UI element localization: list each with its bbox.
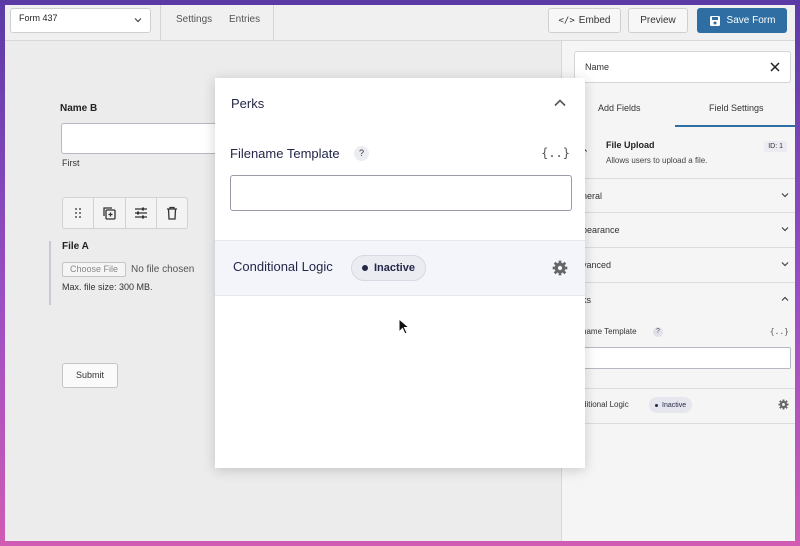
chevron-down-icon bbox=[781, 227, 789, 232]
file-field-label: File A bbox=[62, 241, 89, 252]
first-sublabel: First bbox=[62, 158, 80, 168]
delete-button[interactable] bbox=[157, 198, 187, 228]
field-id-badge: ID: 1 bbox=[764, 141, 787, 152]
merge-tag-icon[interactable]: {..} bbox=[541, 146, 570, 160]
filename-template-input[interactable] bbox=[230, 175, 572, 211]
chevron-down-icon bbox=[134, 18, 142, 23]
panel-filename-label: name Template bbox=[582, 327, 637, 336]
drag-icon bbox=[75, 208, 82, 218]
name-field-label: Name B bbox=[60, 103, 98, 114]
help-icon[interactable]: ? bbox=[354, 146, 369, 161]
search-value: Name bbox=[585, 62, 610, 72]
chevron-down-icon bbox=[781, 193, 789, 198]
duplicate-button[interactable] bbox=[94, 198, 126, 228]
submit-button[interactable]: Submit bbox=[62, 363, 118, 388]
chevron-up-icon bbox=[781, 296, 789, 301]
section-general[interactable]: neral bbox=[562, 178, 795, 213]
modal-title: Perks bbox=[231, 96, 265, 111]
close-icon[interactable] bbox=[770, 62, 780, 72]
status-dot bbox=[362, 265, 368, 271]
selected-field-marker bbox=[49, 241, 51, 305]
field-settings-button[interactable] bbox=[126, 198, 157, 228]
duplicate-icon bbox=[103, 207, 117, 220]
preview-label: Preview bbox=[640, 15, 676, 26]
chevron-down-icon bbox=[781, 262, 789, 267]
field-type-desc: Allows users to upload a file. bbox=[606, 156, 708, 165]
embed-label: Embed bbox=[578, 15, 611, 26]
save-form-button[interactable]: Save Form bbox=[697, 8, 787, 33]
conditional-logic-row: Conditional Logic Inactive bbox=[215, 240, 585, 296]
section-appearance-label: pearance bbox=[582, 225, 620, 235]
gear-icon[interactable] bbox=[778, 399, 789, 410]
panel-inactive-badge[interactable]: Inactive bbox=[649, 397, 693, 413]
inactive-text: Inactive bbox=[374, 262, 415, 274]
chevron-up-icon[interactable] bbox=[553, 96, 567, 110]
section-perks[interactable]: ks bbox=[562, 283, 795, 318]
field-toolbar bbox=[62, 197, 188, 229]
field-type-title: File Upload bbox=[606, 140, 655, 150]
no-file-text: No file chosen bbox=[131, 264, 195, 275]
section-advanced[interactable]: vanced bbox=[562, 248, 795, 283]
inactive-status-badge[interactable]: Inactive bbox=[351, 255, 426, 281]
mouse-cursor-icon bbox=[398, 318, 410, 335]
divider bbox=[160, 5, 161, 41]
preview-button[interactable]: Preview bbox=[628, 8, 688, 33]
drag-handle[interactable] bbox=[63, 198, 95, 228]
settings-link[interactable]: Settings bbox=[176, 14, 212, 25]
conditional-logic-label: Conditional Logic bbox=[233, 259, 333, 274]
sliders-icon bbox=[134, 207, 147, 219]
max-file-size: Max. file size: 300 MB. bbox=[62, 282, 153, 292]
section-general-label: neral bbox=[582, 191, 603, 201]
top-bar: Form 437 Settings Entries </> Embed Prev… bbox=[5, 5, 795, 41]
save-label: Save Form bbox=[726, 15, 776, 26]
entries-link[interactable]: Entries bbox=[229, 14, 260, 25]
gear-icon[interactable] bbox=[552, 260, 568, 276]
first-name-input[interactable] bbox=[61, 123, 221, 154]
status-dot bbox=[655, 403, 658, 407]
form-name: Form 437 bbox=[19, 13, 58, 23]
filename-template-label: Filename Template bbox=[230, 146, 340, 161]
choose-file-button[interactable]: Choose File bbox=[62, 262, 126, 277]
section-advanced-label: vanced bbox=[582, 260, 612, 270]
active-tab-indicator bbox=[675, 125, 795, 127]
help-icon[interactable]: ? bbox=[653, 327, 663, 337]
field-search-input[interactable]: Name bbox=[574, 51, 791, 83]
panel-inactive-text: Inactive bbox=[662, 401, 687, 409]
tab-add-fields[interactable]: Add Fields bbox=[598, 103, 641, 113]
settings-panel: Name Add Fields Field Settings ⇡ File Up… bbox=[561, 41, 795, 541]
trash-icon bbox=[166, 206, 177, 220]
panel-filename-input[interactable] bbox=[574, 347, 791, 369]
divider bbox=[273, 5, 274, 41]
panel-cond-logic-label: ditional Logic bbox=[582, 400, 629, 409]
embed-button[interactable]: </> Embed bbox=[548, 8, 621, 33]
perks-modal: Perks Filename Template ? {..} Condition… bbox=[215, 78, 585, 468]
code-icon: </> bbox=[558, 15, 575, 26]
save-icon bbox=[709, 15, 720, 26]
section-appearance[interactable]: pearance bbox=[562, 213, 795, 248]
form-switcher[interactable]: Form 437 bbox=[10, 8, 151, 33]
merge-tag-icon[interactable]: {..} bbox=[770, 327, 789, 336]
tab-field-settings[interactable]: Field Settings bbox=[709, 103, 764, 113]
